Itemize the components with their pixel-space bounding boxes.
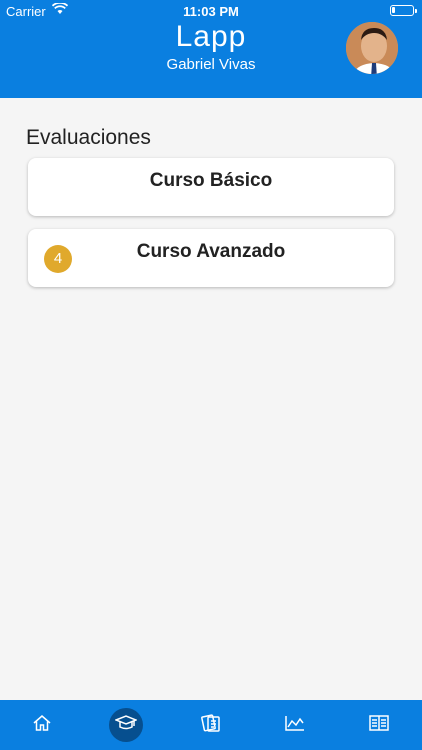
home-icon bbox=[32, 713, 52, 738]
status-time: 11:03 PM bbox=[183, 4, 239, 19]
status-bar: Carrier 11:03 PM bbox=[0, 0, 422, 22]
avatar[interactable] bbox=[344, 20, 400, 76]
tab-library[interactable] bbox=[362, 708, 396, 742]
section-title: Evaluaciones bbox=[26, 126, 151, 149]
chart-line-icon bbox=[284, 713, 306, 738]
cards-icon bbox=[200, 713, 222, 738]
tab-courses[interactable] bbox=[109, 708, 143, 742]
battery-level bbox=[392, 7, 395, 13]
battery-icon bbox=[390, 5, 417, 16]
tab-home[interactable] bbox=[25, 708, 59, 742]
course-card-basico[interactable]: Curso Básico bbox=[28, 158, 394, 216]
tab-cards[interactable] bbox=[194, 708, 228, 742]
app-header: Carrier 11:03 PM Lapp Gabriel Vivas bbox=[0, 0, 422, 98]
tab-bar bbox=[0, 700, 422, 750]
course-card-label: Curso Avanzado bbox=[136, 241, 286, 262]
course-card-label: Curso Básico bbox=[149, 170, 273, 191]
course-card-avanzado[interactable]: 4 Curso Avanzado bbox=[28, 229, 394, 287]
tab-progress[interactable] bbox=[278, 708, 312, 742]
graduation-cap-icon bbox=[113, 713, 139, 738]
book-icon bbox=[368, 713, 390, 738]
